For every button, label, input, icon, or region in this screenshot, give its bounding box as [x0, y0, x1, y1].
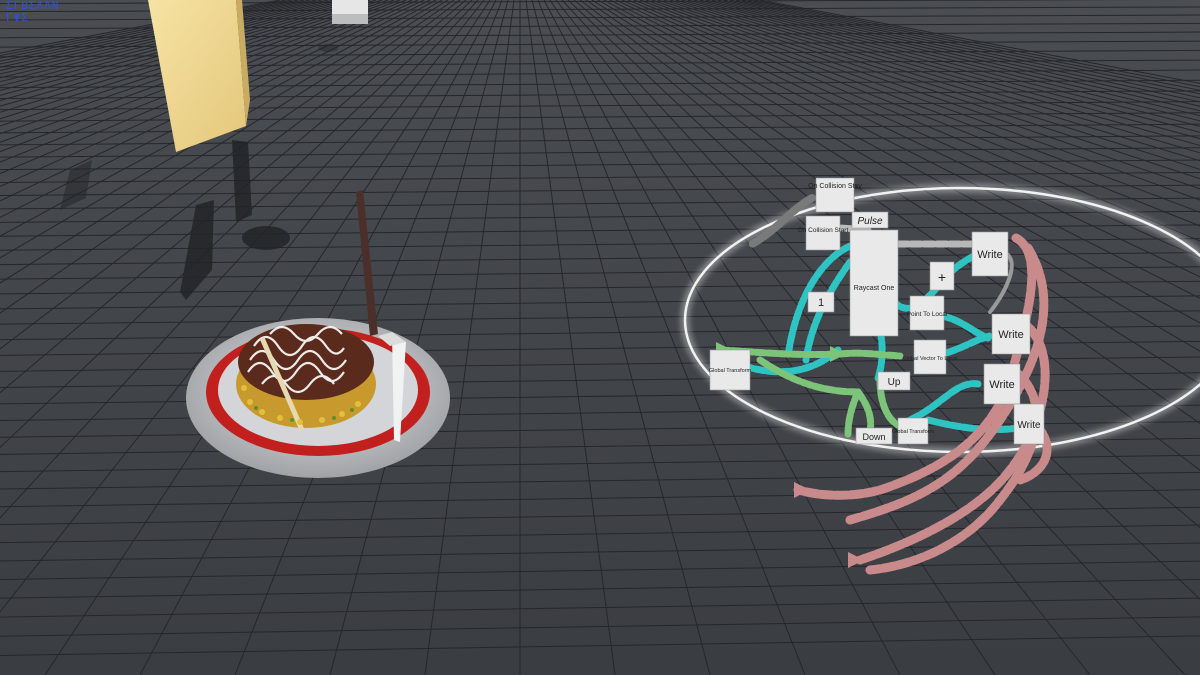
svg-text:Write: Write: [977, 249, 1002, 261]
hud-line-2: ΓΨΣ: [6, 11, 29, 24]
node-raycast-one[interactable]: Raycast One: [849, 229, 899, 337]
svg-text:Point To Local: Point To Local: [907, 311, 948, 318]
okonomiyaki-plate[interactable]: [186, 318, 450, 478]
svg-text:Up: Up: [888, 377, 901, 388]
node-write-4[interactable]: Write: [1013, 403, 1045, 445]
svg-text:Down: Down: [862, 432, 885, 442]
svg-text:Write: Write: [989, 379, 1014, 391]
hud-glyphs: ΣΓΒΣΛΛΝ ΓΨΣ: [6, 0, 59, 24]
svg-text:On Collision Stay: On Collision Stay: [808, 183, 862, 190]
node-global-transform-1[interactable]: Global Transform: [709, 349, 752, 391]
node-on-collision-stay[interactable]: On Collision Stay: [808, 177, 862, 213]
node-one[interactable]: 1: [807, 291, 835, 313]
game-viewport[interactable]: On Collision Stay On Collision Start Pul…: [0, 0, 1200, 675]
node-write-2[interactable]: Write: [991, 313, 1031, 355]
svg-text:Global Transform: Global Transform: [892, 429, 935, 435]
svg-text:1: 1: [818, 297, 824, 309]
svg-text:On Collision Start: On Collision Start: [798, 227, 849, 234]
svg-text:Pulse: Pulse: [857, 216, 882, 227]
node-point-to-local[interactable]: Point To Local: [907, 295, 948, 331]
svg-text:Raycast One: Raycast One: [854, 285, 895, 292]
node-write-1[interactable]: Write: [971, 231, 1009, 277]
node-add[interactable]: +: [929, 261, 955, 291]
node-pulse[interactable]: Pulse: [851, 211, 889, 229]
node-down[interactable]: Down: [855, 427, 893, 445]
svg-text:Global Vector To Local: Global Vector To Local: [903, 356, 958, 362]
node-up[interactable]: Up: [877, 371, 911, 391]
svg-text:+: +: [938, 269, 946, 285]
node-global-transform-2[interactable]: Global Transform: [892, 417, 935, 445]
svg-text:Write: Write: [998, 329, 1023, 341]
svg-text:Write: Write: [1017, 420, 1041, 431]
distant-block: [332, 0, 368, 24]
svg-text:Global Transform: Global Transform: [709, 368, 752, 374]
node-write-3[interactable]: Write: [983, 363, 1021, 405]
